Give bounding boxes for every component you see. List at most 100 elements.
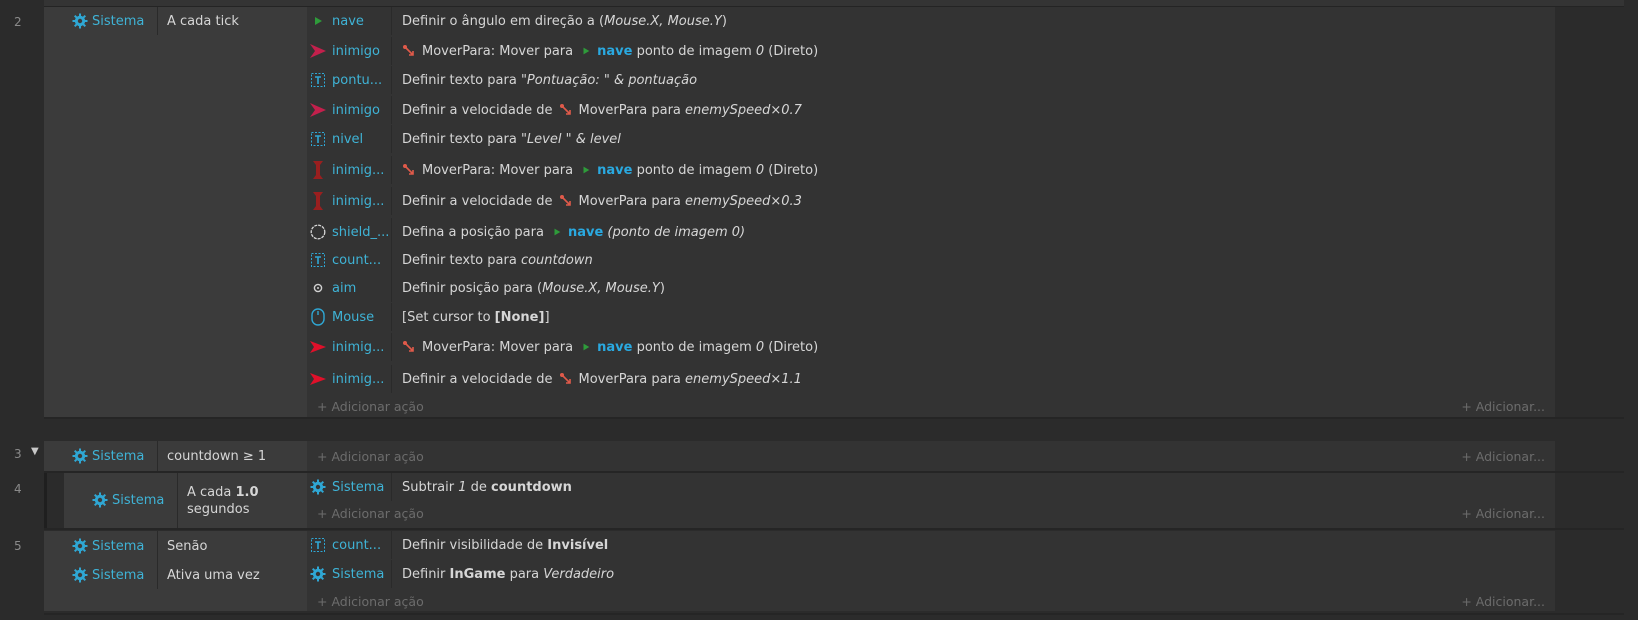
action-text: Definir a velocidade de MoverPara para e…	[402, 103, 802, 118]
condition-text: Senão	[167, 539, 208, 554]
action-row[interactable]: inimig... MoverPara: Mover para nave pon…	[307, 156, 1555, 184]
add-more-button[interactable]: + Adicionar...	[1461, 506, 1545, 521]
event-number: 4	[14, 482, 22, 496]
condition-object-name: Sistema	[92, 567, 145, 583]
text-icon	[308, 538, 328, 552]
condition-divider	[177, 473, 178, 528]
ship-icon	[581, 342, 591, 352]
gear-icon	[72, 13, 88, 29]
action-object: inimigo	[307, 96, 392, 124]
event-conditions[interactable]: Sistema A cada tick	[44, 7, 307, 417]
action-row[interactable]: pontu... Definir texto para "Pontuação: …	[307, 66, 1555, 94]
action-row[interactable]: Mouse [Set cursor to [None] ]	[307, 303, 1555, 331]
action-object-name: inimig...	[332, 339, 385, 355]
condition-divider	[157, 531, 158, 589]
action-text: Defina a posição para nave (ponto de ima…	[402, 225, 745, 240]
event-actions: + Adicionar ação + Adicionar...	[307, 441, 1555, 471]
action-param: countdown	[491, 479, 572, 495]
event-separator	[44, 528, 1624, 530]
action-object: Mouse	[307, 303, 392, 331]
action-text-part: de	[466, 479, 492, 495]
event-conditions[interactable]: Sistema A cada 1.0 segundos	[64, 473, 307, 528]
action-text-part: Definir posição para (	[402, 280, 543, 296]
action-object: aim	[307, 274, 392, 302]
action-object: pontu...	[307, 66, 392, 94]
action-object-name: Sistema	[332, 479, 385, 495]
action-object-name: aim	[332, 280, 357, 296]
action-row[interactable]: inimig... MoverPara: Mover para nave pon…	[307, 333, 1555, 361]
action-object-name: inimig...	[332, 193, 385, 209]
action-object-name: count...	[332, 537, 382, 553]
action-text-part: ponto de imagem	[632, 339, 756, 355]
action-param: 0	[755, 43, 765, 59]
action-row[interactable]: count... Definir visibilidade de Invisív…	[307, 531, 1555, 559]
move-to-icon	[402, 163, 416, 177]
action-param: InGame	[449, 566, 506, 582]
action-object-ref: nave	[597, 43, 633, 59]
action-object-name: shield_...	[332, 224, 390, 240]
add-more-button[interactable]: + Adicionar...	[1461, 399, 1545, 414]
action-text: Definir o ângulo em direção a ( Mouse.X,…	[402, 14, 727, 29]
action-text-part: [Set cursor to	[402, 309, 495, 325]
add-action-button[interactable]: + Adicionar ação	[317, 399, 424, 414]
ship-icon	[581, 165, 591, 175]
event-actions: Sistema Subtrair 1 de countdown + Adicio…	[307, 473, 1555, 528]
action-object-name: Mouse	[332, 309, 375, 325]
action-param: enemySpeed×0.3	[685, 193, 802, 209]
action-object: nave	[307, 7, 392, 35]
action-text-part: Defina a posição para	[402, 224, 544, 240]
action-param: countdown	[520, 252, 593, 268]
enemy-tall-icon	[308, 160, 328, 180]
gear-icon	[308, 566, 328, 582]
action-param: "Level " & level	[520, 131, 621, 147]
action-text: Definir texto para "Level " & level	[402, 132, 621, 147]
action-text-part: Definir o ângulo em direção a (	[402, 13, 605, 29]
action-row[interactable]: inimigo Definir a velocidade de MoverPar…	[307, 96, 1555, 124]
add-more-button[interactable]: + Adicionar...	[1461, 594, 1545, 609]
action-param: "Pontuação: " & pontuação	[520, 72, 698, 88]
action-param: enemySpeed×0.7	[685, 102, 802, 118]
collapse-arrow-icon[interactable]: ▼	[31, 446, 39, 457]
action-row[interactable]: inimig... Definir a velocidade de MoverP…	[307, 187, 1555, 215]
event-conditions[interactable]: Sistema Senão Sistema Ativa uma vez	[44, 531, 307, 611]
action-object: inimig...	[307, 333, 392, 361]
text-icon	[308, 132, 328, 146]
action-row[interactable]: count... Definir texto para countdown	[307, 246, 1555, 274]
add-more-button[interactable]: + Adicionar...	[1461, 449, 1545, 464]
action-row[interactable]: inimig... Definir a velocidade de MoverP…	[307, 365, 1555, 393]
action-object-name: nivel	[332, 131, 364, 147]
action-text-part: Definir texto para	[402, 72, 521, 88]
gear-icon	[92, 492, 108, 508]
action-row[interactable]: inimigo MoverPara: Mover para nave ponto…	[307, 37, 1555, 65]
action-param: 0	[755, 162, 765, 178]
add-action-button[interactable]: + Adicionar ação	[317, 506, 424, 521]
mouse-icon	[308, 308, 328, 326]
action-row[interactable]: nave Definir o ângulo em direção a ( Mou…	[307, 7, 1555, 35]
action-text-part: (Direto)	[764, 339, 819, 355]
action-row[interactable]: Sistema Definir InGame para Verdadeiro	[307, 560, 1555, 588]
action-text-part: MoverPara: Mover para	[422, 43, 574, 59]
event-separator	[44, 613, 1624, 615]
action-text: Definir visibilidade de Invisível	[402, 538, 608, 553]
action-object-name: nave	[332, 13, 364, 29]
action-text: Subtrair 1 de countdown	[402, 480, 572, 495]
add-action-button[interactable]: + Adicionar ação	[317, 449, 424, 464]
action-row[interactable]: shield_... Defina a posição para nave (p…	[307, 218, 1555, 246]
enemy-red-arrow-icon	[308, 372, 328, 386]
action-object-ref: nave	[567, 224, 604, 240]
action-text-part: MoverPara: Mover para	[422, 162, 574, 178]
action-text-part: MoverPara para	[578, 371, 686, 387]
enemy-red-arrow-icon	[308, 340, 328, 354]
subevent-indent-bar	[44, 473, 47, 528]
action-object: Sistema	[307, 560, 392, 588]
action-row[interactable]: nivel Definir texto para "Level " & leve…	[307, 125, 1555, 153]
move-to-icon	[402, 340, 416, 354]
action-text: Definir a velocidade de MoverPara para e…	[402, 372, 802, 387]
event-conditions[interactable]: Sistema countdown ≥ 1	[44, 441, 307, 471]
action-text-part: MoverPara para	[578, 102, 686, 118]
action-text-part: Definir a velocidade de	[402, 193, 553, 209]
action-row[interactable]: Sistema Subtrair 1 de countdown	[307, 473, 1555, 501]
action-row[interactable]: aim Definir posição para ( Mouse.X, Mous…	[307, 274, 1555, 302]
action-object-ref: nave	[597, 339, 633, 355]
add-action-button[interactable]: + Adicionar ação	[317, 594, 424, 609]
